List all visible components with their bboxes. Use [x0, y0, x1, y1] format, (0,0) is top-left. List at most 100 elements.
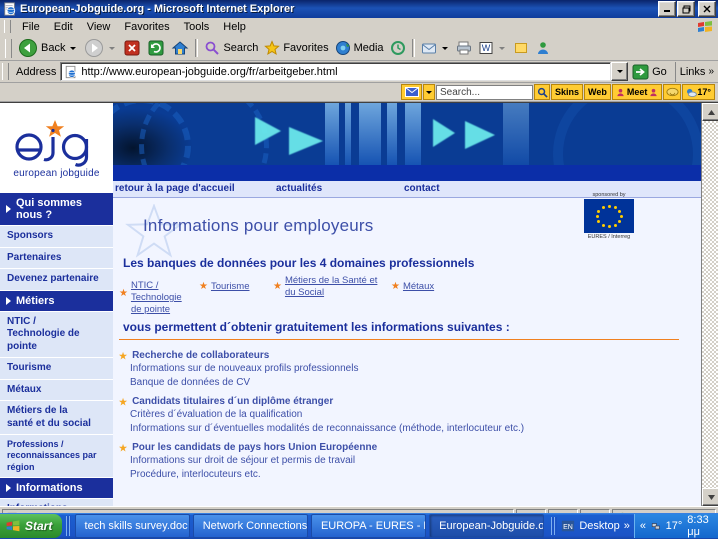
forward-arrow-icon — [85, 39, 104, 57]
edit-button[interactable]: W — [475, 37, 510, 59]
favorites-button[interactable]: Favorites — [261, 37, 331, 59]
benefit-title: ★ Pour les candidats de pays hors Union … — [119, 442, 377, 454]
domain-label[interactable]: Tourisme — [211, 281, 250, 293]
sidebar-item-metaux[interactable]: Métaux — [0, 379, 113, 401]
mail-dropdown-button[interactable] — [423, 84, 435, 100]
menu-edit[interactable]: Edit — [47, 20, 80, 34]
sidebar-item-sante-social[interactable]: Métiers de la santé et du social — [0, 401, 113, 435]
skins-button[interactable]: Skins — [551, 84, 584, 100]
deskband-overflow-icon[interactable]: » — [624, 520, 630, 532]
network-tray-icon[interactable] — [651, 519, 661, 533]
menu-tools[interactable]: Tools — [177, 20, 217, 34]
links-label: Links — [679, 65, 706, 78]
links-button[interactable]: Links » — [674, 61, 718, 82]
domain-link-metaux[interactable]: ★ Métaux — [391, 280, 451, 293]
toolbar-grip[interactable] — [5, 38, 12, 58]
go-button[interactable]: Go — [630, 62, 673, 82]
taskbar-button-network[interactable]: Network Connections — [192, 514, 308, 538]
menu-grip[interactable] — [4, 20, 11, 33]
taskbar-button-jobguide[interactable]: European-Jobguide.o... — [429, 514, 545, 538]
mail-dropdown-icon[interactable] — [441, 46, 448, 50]
back-dropdown-icon[interactable] — [70, 46, 77, 50]
start-button[interactable]: Start — [0, 514, 63, 538]
nav-link-actualites[interactable]: actualités — [276, 183, 322, 194]
domain-label[interactable]: Métaux — [403, 281, 434, 293]
sidebar-item-sponsors[interactable]: Sponsors — [0, 226, 113, 248]
restore-button[interactable] — [677, 1, 695, 17]
address-dropdown-button[interactable] — [611, 62, 629, 81]
tray-expand-icon[interactable]: « — [640, 520, 646, 532]
scroll-up-button[interactable] — [702, 103, 718, 121]
links-overflow-icon[interactable]: » — [708, 66, 714, 77]
star-bullet-icon: ★ — [119, 397, 128, 407]
scroll-track[interactable] — [702, 121, 718, 488]
meet-label: Meet — [626, 87, 648, 97]
taskbar-button-europa[interactable]: EUROPA - EURES - Links ... — [310, 514, 427, 538]
forward-button[interactable] — [81, 37, 120, 59]
domain-link-ntic[interactable]: ★ NTIC / Technologie de pointe — [119, 280, 193, 316]
smiley-icon — [666, 87, 679, 97]
home-button[interactable] — [168, 37, 192, 59]
mail-button[interactable] — [418, 37, 453, 59]
domain-link-tourisme[interactable]: ★ Tourisme — [199, 280, 267, 293]
desktop-toolbar[interactable]: EN Desktop » — [547, 517, 633, 535]
word-edit-icon: W — [479, 42, 493, 54]
close-button[interactable] — [698, 1, 716, 17]
web-button[interactable]: Web — [584, 84, 611, 100]
sidebar-item-partenaires[interactable]: Partenaires — [0, 247, 113, 269]
meet-button[interactable]: Meet — [611, 84, 663, 100]
sidebar-group-metiers[interactable]: Métiers — [0, 290, 113, 312]
sidebar-item-informations-generales[interactable]: Informations générales — [0, 498, 113, 506]
domain-links-row: ★ NTIC / Technologie de pointe ★ Tourism… — [119, 275, 579, 316]
domain-label[interactable]: NTIC / Technologie de pointe — [131, 280, 182, 316]
messenger-button[interactable] — [532, 37, 554, 59]
mail-icon — [421, 43, 436, 54]
nav-link-contact[interactable]: contact — [404, 183, 440, 194]
history-button[interactable] — [387, 37, 409, 59]
minimize-button[interactable] — [658, 1, 676, 17]
menu-file[interactable]: File — [15, 20, 47, 34]
mail-notify-button[interactable] — [401, 84, 422, 100]
address-grip[interactable] — [2, 63, 9, 80]
tray-clock[interactable]: 8:33 μμ — [687, 514, 713, 538]
sidebar-item-ntic[interactable]: NTIC / Technologie de pointe — [0, 311, 113, 358]
menu-help[interactable]: Help — [216, 20, 253, 34]
edit-dropdown-icon[interactable] — [498, 46, 505, 50]
sidebar-group-qui-sommes-nous[interactable]: Qui sommes nous ? — [0, 193, 113, 226]
domain-label[interactable]: Métiers de la Santé et du Social — [285, 275, 377, 299]
search-button[interactable]: Search — [201, 37, 261, 59]
star-bullet-icon: ★ — [199, 281, 208, 292]
notes-button[interactable] — [510, 37, 532, 59]
weather-button[interactable]: 17° — [682, 84, 715, 100]
sidebar-group-informations[interactable]: Informations — [0, 477, 113, 499]
deskband-grip[interactable] — [551, 517, 558, 535]
forward-dropdown-icon[interactable] — [109, 46, 116, 50]
arrow-decor-4 — [465, 121, 495, 149]
site-logo[interactable]: european jobguide — [0, 103, 113, 193]
weather-label: 17° — [697, 87, 711, 97]
domain-link-sante-social[interactable]: ★ Métiers de la Santé et du Social — [273, 275, 385, 299]
sidebar-item-professions-regions[interactable]: Professions / reconnaissances par région — [0, 435, 113, 478]
taskbar-button-word[interactable]: W tech skills survey.doc - M... — [74, 514, 190, 538]
search-submit-button[interactable] — [534, 84, 550, 100]
smiley-button[interactable] — [663, 84, 682, 100]
stop-button[interactable] — [120, 37, 144, 59]
menu-favorites[interactable]: Favorites — [117, 20, 176, 34]
language-bar-icon[interactable]: EN — [561, 519, 575, 533]
vertical-scrollbar[interactable] — [701, 103, 718, 506]
sidebar-item-tourisme[interactable]: Tourisme — [0, 358, 113, 380]
taskbar-grip[interactable] — [66, 516, 71, 536]
nav-link-accueil[interactable]: retour à la page d'accueil — [115, 183, 235, 194]
tray-temperature[interactable]: 17° — [666, 520, 683, 532]
search-input[interactable]: Search... — [436, 84, 533, 100]
menu-view[interactable]: View — [80, 20, 118, 34]
print-button[interactable] — [453, 37, 475, 59]
scroll-down-button[interactable] — [702, 488, 718, 506]
sidebar-item-devenez-partenaire[interactable]: Devenez partenaire — [0, 269, 113, 291]
address-input[interactable]: http://www.european-jobguide.org/fr/arbe… — [60, 62, 612, 81]
site-sidebar: european jobguide Qui sommes nous ? Spon… — [0, 103, 115, 506]
media-button[interactable]: Media — [332, 37, 387, 59]
back-button[interactable]: Back — [15, 37, 81, 59]
refresh-button[interactable] — [144, 37, 168, 59]
note-icon — [514, 43, 527, 53]
